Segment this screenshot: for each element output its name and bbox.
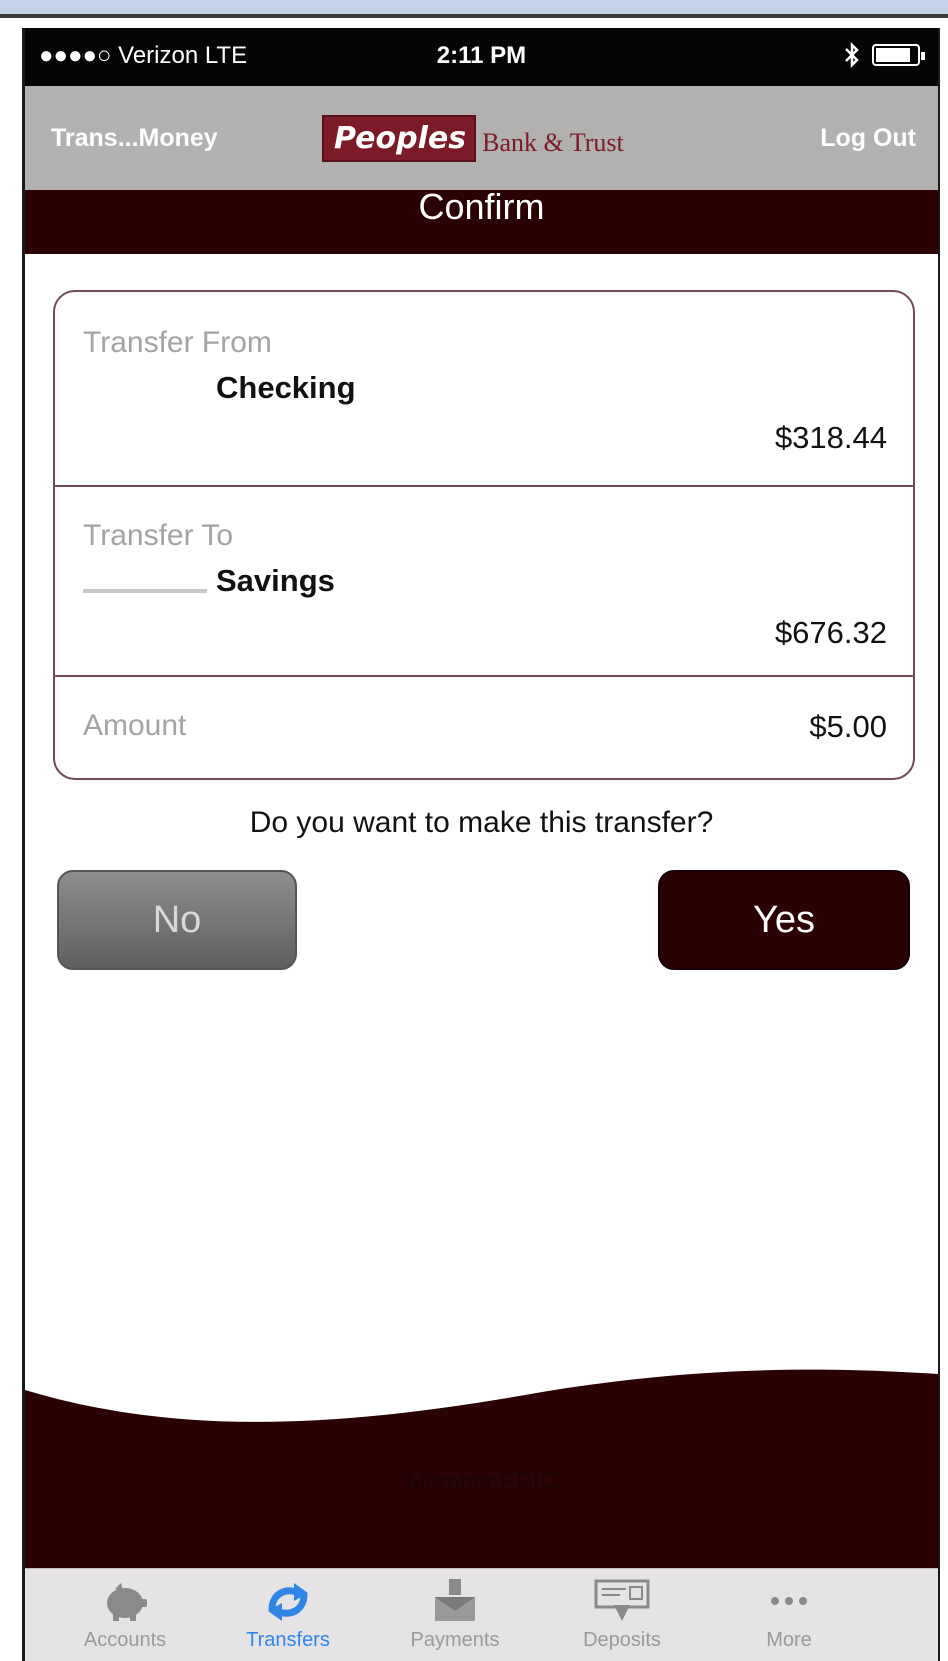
transfer-arrows-icon [268,1583,308,1621]
more-dots-icon [771,1597,807,1605]
logo-sub: Bank & Trust [482,128,624,157]
status-time: 2:11 PM [436,42,527,69]
bluetooth-icon [845,42,859,68]
tab-label: More [766,1629,812,1651]
tab-deposits[interactable]: Deposits [542,1569,702,1661]
no-button[interactable]: No [57,870,297,970]
transfer-from-section: Transfer From Checking $318.44 [55,292,913,487]
amount-label: Amount [83,709,187,742]
status-right [844,42,925,68]
transfer-summary-card: Transfer From Checking $318.44 Transfer … [53,290,915,780]
tab-label: Deposits [583,1629,661,1651]
envelope-icon [435,1579,475,1621]
logo-main: Peoples [322,115,477,162]
transfer-to-section: Transfer To Savings $676.32 [55,487,913,677]
page-title: Confirm [25,189,938,254]
nav-bar: Trans...Money Peoples Bank & Trust Log O… [25,86,938,190]
tab-payments[interactable]: Payments [375,1569,535,1661]
tab-transfers[interactable]: Transfers [208,1569,368,1661]
back-button[interactable]: Trans...Money [51,124,218,153]
check-deposit-icon [594,1579,650,1621]
bank-logo: Peoples Bank & Trust [322,110,624,162]
from-account-balance: $318.44 [774,420,887,455]
yes-button[interactable]: Yes [658,870,910,970]
member-fdic: Member FDIC [406,1468,557,1495]
window-top-strip [0,0,948,18]
amount-section: Amount $5.00 [55,677,913,778]
transfer-to-label: Transfer To [83,519,234,552]
tab-more[interactable]: More [709,1569,869,1661]
phone-screen: ●●●●○ Verizon LTE 2:11 PM Trans...Money … [22,28,940,1661]
confirm-question: Do you want to make this transfer? [249,806,714,839]
transfer-from-label: Transfer From [83,326,272,359]
to-account-balance: $676.32 [774,615,887,650]
logout-button[interactable]: Log Out [820,124,916,153]
tab-accounts[interactable]: Accounts [45,1569,205,1661]
piggy-bank-icon [107,1583,147,1621]
tab-label: Transfers [246,1629,330,1651]
status-bar: ●●●●○ Verizon LTE 2:11 PM [25,28,938,86]
tab-label: Accounts [83,1629,167,1651]
tab-bar: Accounts Transfers Payments Deposits Mor… [25,1568,938,1661]
tab-label: Payments [410,1629,500,1651]
from-account-name: Checking [216,370,356,405]
redacted-account-number [83,589,207,593]
amount-value: $5.00 [809,709,887,744]
battery-icon [872,44,925,66]
to-account-name: Savings [216,563,335,598]
